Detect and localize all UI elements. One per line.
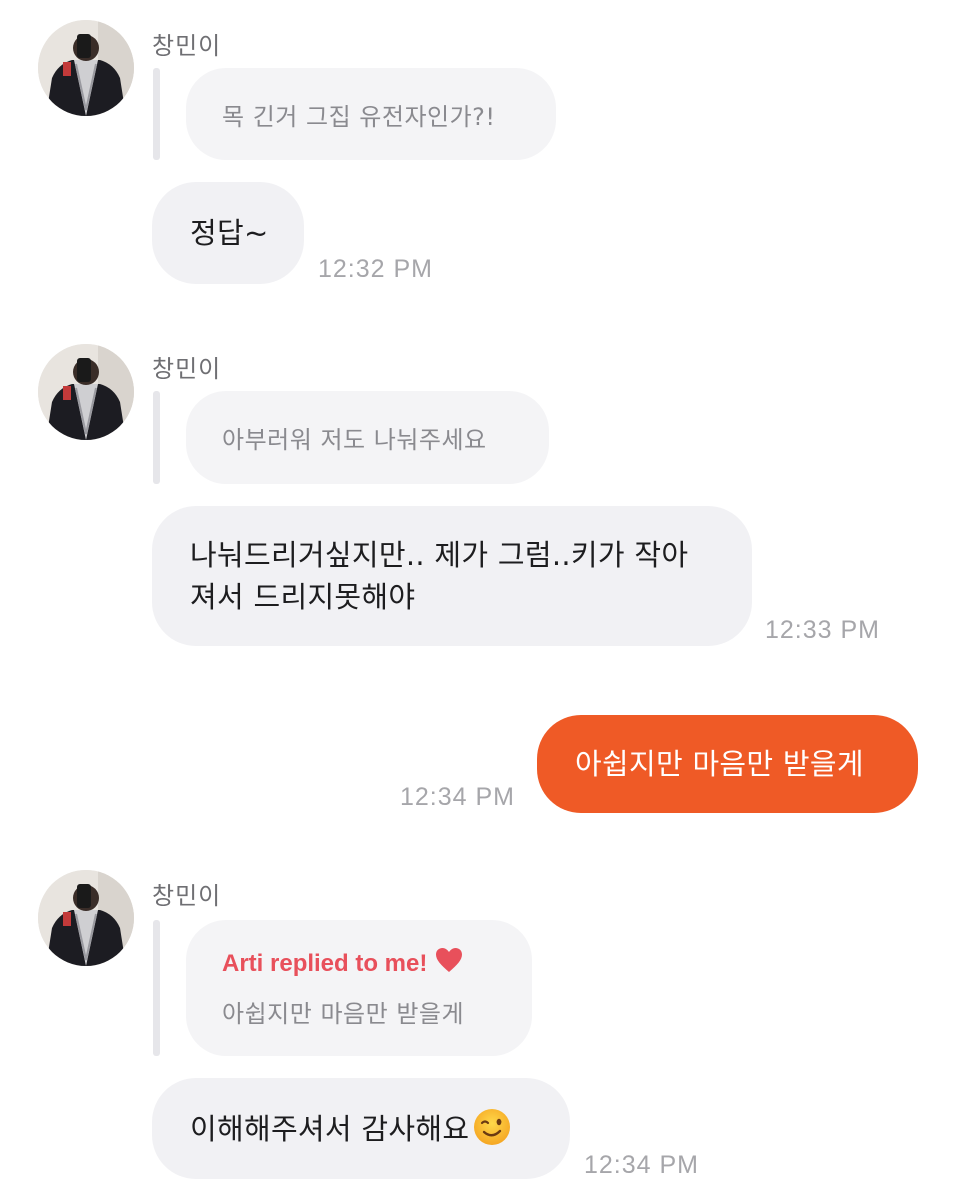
message-timestamp: 12:34 PM: [584, 1151, 700, 1179]
winking-face-icon: [473, 1108, 511, 1150]
message-text: 아쉽지만 마음만 받을게: [575, 747, 864, 781]
quoted-message[interactable]: 목 긴거 그집 유전자인가?!: [186, 68, 556, 160]
quoted-message[interactable]: Arti replied to me! 아쉽지만 마음만 받을게: [186, 920, 532, 1056]
message-text: 나눠드리거싶지만.. 제가 그럼..키가 작아 져서 드리지못해야: [190, 534, 688, 618]
message-timestamp: 12:34 PM: [400, 783, 516, 811]
sender-name: 창민이: [152, 32, 222, 60]
message-text: 정답~: [190, 216, 269, 250]
sender-avatar[interactable]: [38, 344, 134, 440]
quote-bar: [153, 920, 160, 1056]
reply-label: Arti replied to me!: [222, 947, 496, 980]
message-text-line-1: 나눠드리거싶지만.. 제가 그럼..키가 작아: [190, 538, 689, 572]
quote-bar: [153, 68, 160, 160]
sender-avatar[interactable]: [38, 870, 134, 966]
message-timestamp: 12:33 PM: [765, 616, 881, 644]
sender-name: 창민이: [152, 882, 222, 910]
quoted-message[interactable]: 아부러워 저도 나눠주세요: [186, 391, 549, 484]
reply-label-text: Arti replied to me!: [222, 949, 428, 977]
message-bubble[interactable]: 정답~: [152, 182, 304, 284]
message-text: 이해해주셔서 감사해요: [190, 1111, 470, 1146]
message-bubble[interactable]: 이해해주셔서 감사해요: [152, 1078, 570, 1179]
quote-bar: [153, 391, 160, 484]
quoted-text: 아쉽지만 마음만 받을게: [222, 1000, 465, 1028]
sender-avatar[interactable]: [38, 20, 134, 116]
quoted-text: 아부러워 저도 나눠주세요: [222, 426, 487, 454]
sender-name: 창민이: [152, 355, 222, 383]
heart-icon: [435, 947, 463, 980]
my-message-bubble[interactable]: 아쉽지만 마음만 받을게: [537, 715, 918, 813]
message-text-line-2: 져서 드리지못해야: [190, 580, 416, 614]
quoted-text: 목 긴거 그집 유전자인가?!: [222, 102, 496, 131]
message-timestamp: 12:32 PM: [318, 255, 434, 283]
message-bubble[interactable]: 나눠드리거싶지만.. 제가 그럼..키가 작아 져서 드리지못해야: [152, 506, 752, 646]
